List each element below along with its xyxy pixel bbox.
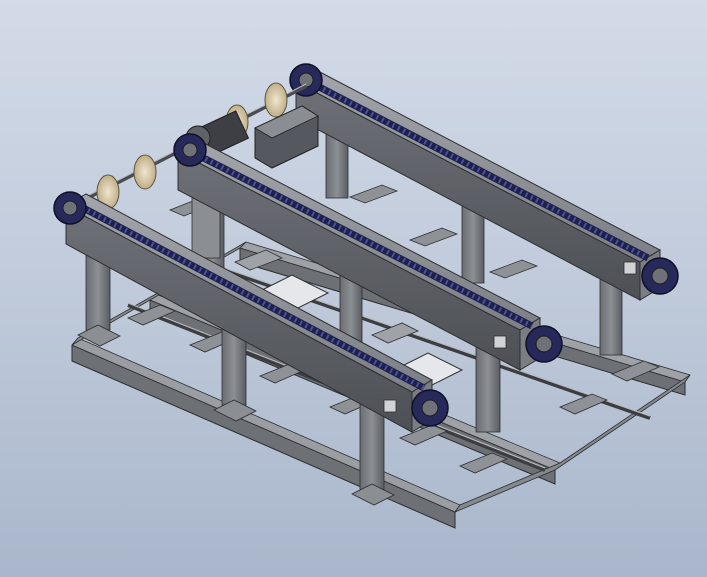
sprocket-hub: [651, 267, 669, 285]
end-plate-marker: [383, 399, 397, 413]
flange-disc: [133, 154, 157, 190]
end-plate-marker: [623, 261, 637, 275]
sprocket-hub: [62, 200, 78, 216]
end-plate-marker: [493, 335, 507, 349]
sprocket-hub: [182, 142, 198, 158]
cad-viewport[interactable]: [0, 0, 707, 577]
cross-block: [348, 184, 399, 204]
sprocket-hub: [535, 335, 553, 353]
flange-disc: [264, 82, 288, 118]
cad-model: [53, 63, 691, 529]
cross-block: [458, 452, 509, 474]
cross-block: [488, 259, 539, 279]
carriage-block: [371, 322, 419, 344]
sprocket-hub: [421, 399, 439, 417]
sprocket-hub: [298, 72, 314, 88]
cross-block: [408, 227, 459, 247]
cross-block: [558, 393, 609, 415]
